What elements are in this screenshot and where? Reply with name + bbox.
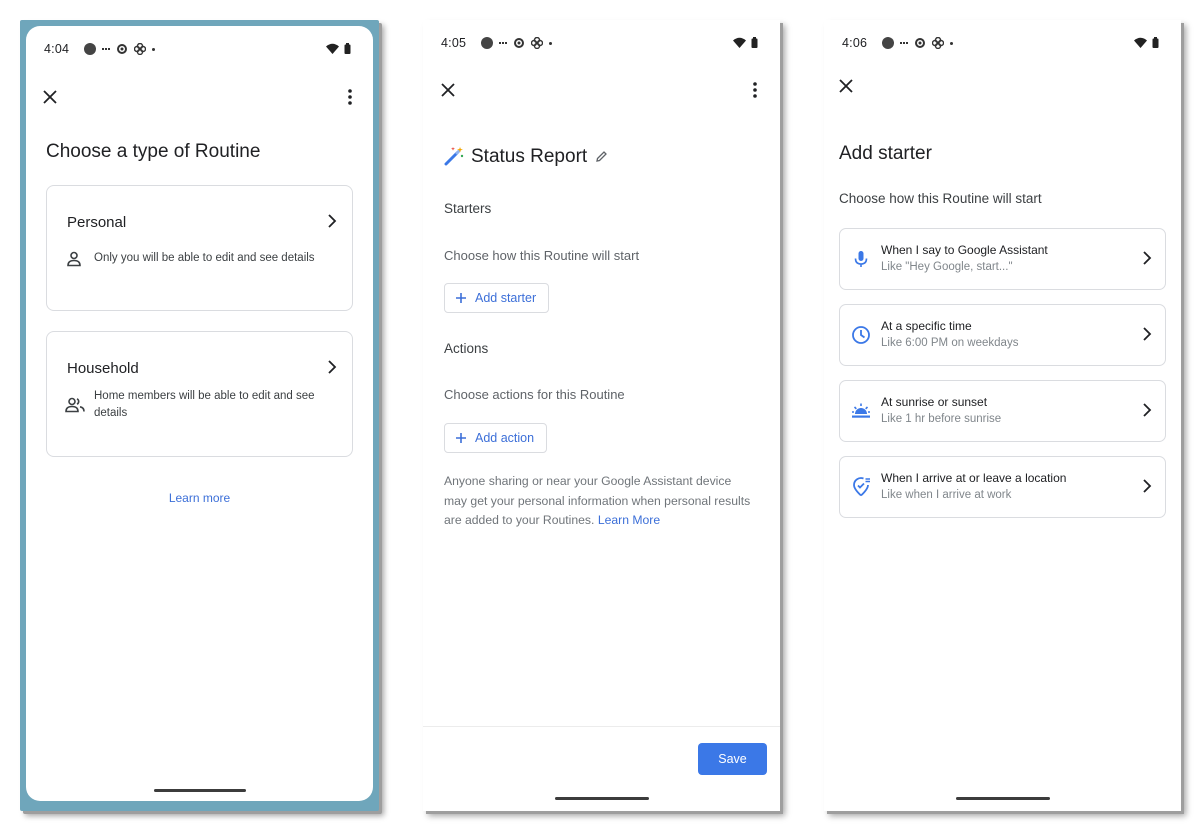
- clock-icon: [852, 326, 870, 344]
- option-title: At a specific time: [881, 319, 972, 333]
- card-title: Personal: [67, 214, 127, 231]
- starter-option-location[interactable]: When I arrive at or leave a location Lik…: [839, 456, 1166, 518]
- notification-icons: [481, 37, 552, 49]
- screen-add-starter: 4:06 Add starter Choose how this Routine…: [824, 20, 1181, 811]
- fan-notification-icon: [134, 43, 146, 55]
- person-icon: [67, 251, 81, 267]
- status-time: 4:06: [842, 36, 868, 50]
- gesture-nav-bar[interactable]: [153, 789, 246, 792]
- battery-icon: [751, 37, 758, 48]
- learn-more-link[interactable]: Learn more: [26, 491, 373, 505]
- app-notification-icon: [84, 43, 96, 55]
- close-icon[interactable]: [836, 76, 856, 96]
- notification-icons: [84, 43, 155, 55]
- card-description: Home members will be able to edit and se…: [94, 390, 315, 419]
- card-description: Only you will be able to edit and see de…: [94, 252, 315, 264]
- gesture-nav-bar[interactable]: [554, 797, 649, 800]
- microphone-icon: [854, 251, 868, 267]
- settings-notification-icon: [514, 38, 524, 48]
- page-subtitle: Choose how this Routine will start: [839, 191, 1042, 206]
- notification-icons: [882, 37, 953, 49]
- edit-pencil-icon[interactable]: [595, 150, 608, 163]
- option-subtitle: Like 1 hr before sunrise: [881, 413, 1002, 425]
- status-time: 4:04: [44, 42, 70, 56]
- system-icons: [733, 37, 758, 48]
- routine-name: Status Report: [471, 146, 588, 167]
- learn-more-link[interactable]: Learn More: [598, 513, 660, 527]
- actions-description: Choose actions for this Routine: [444, 387, 625, 402]
- starter-option-sunrise-sunset[interactable]: At sunrise or sunset Like 1 hr before su…: [839, 380, 1166, 442]
- page-title: Choose a type of Routine: [46, 141, 261, 162]
- app-notification-icon: [882, 37, 894, 49]
- system-icons: [1134, 37, 1159, 48]
- more-options-icon[interactable]: [340, 87, 360, 107]
- status-bar: 4:04: [44, 42, 351, 58]
- more-notifications-dot-icon: [152, 47, 155, 51]
- bottom-bar-divider: [423, 726, 780, 727]
- chevron-right-icon: [1143, 251, 1152, 265]
- option-title: At sunrise or sunset: [881, 395, 988, 409]
- plus-icon: [456, 293, 466, 303]
- status-time: 4:05: [441, 36, 467, 50]
- add-action-label: Add action: [475, 431, 535, 445]
- close-icon[interactable]: [40, 87, 60, 107]
- starter-option-voice[interactable]: When I say to Google Assistant Like "Hey…: [839, 228, 1166, 290]
- location-icon: [853, 477, 870, 497]
- more-notifications-dot-icon: [950, 41, 953, 45]
- add-action-button[interactable]: Add action: [444, 423, 548, 453]
- option-title: When I say to Google Assistant: [881, 243, 1048, 257]
- plus-icon: [456, 433, 466, 443]
- routine-type-card-household[interactable]: Household Home members will be able to e…: [46, 331, 353, 457]
- chevron-right-icon: [1143, 403, 1152, 417]
- close-icon[interactable]: [438, 80, 458, 100]
- option-title: When I arrive at or leave a location: [881, 471, 1067, 485]
- people-icon: [65, 397, 85, 413]
- wifi-icon: [1134, 37, 1147, 48]
- wifi-icon: [326, 43, 339, 54]
- routine-type-card-personal[interactable]: Personal Only you will be able to edit a…: [46, 185, 353, 311]
- chevron-right-icon: [328, 360, 337, 374]
- sunrise-icon: [852, 403, 870, 418]
- screen-choose-routine-type: 4:04 Choose a type of Routine Personal O…: [26, 26, 373, 801]
- option-subtitle: Like when I arrive at work: [881, 489, 1012, 501]
- chevron-right-icon: [328, 214, 337, 228]
- dots-notification-icon: [900, 42, 908, 44]
- fan-notification-icon: [932, 37, 944, 49]
- starter-option-time[interactable]: At a specific time Like 6:00 PM on weekd…: [839, 304, 1166, 366]
- actions-heading: Actions: [444, 341, 489, 356]
- card-title: Household: [67, 360, 139, 377]
- app-notification-icon: [481, 37, 493, 49]
- magic-wand-icon: [444, 147, 464, 166]
- battery-icon: [344, 43, 351, 54]
- save-button[interactable]: Save: [698, 743, 767, 775]
- option-subtitle: Like "Hey Google, start...": [881, 261, 1013, 273]
- chevron-right-icon: [1143, 327, 1152, 341]
- page-title: Add starter: [839, 143, 932, 164]
- settings-notification-icon: [117, 44, 127, 54]
- dots-notification-icon: [102, 48, 110, 50]
- status-bar: 4:05: [441, 36, 758, 52]
- privacy-note: Anyone sharing or near your Google Assis…: [444, 472, 756, 531]
- dots-notification-icon: [499, 42, 507, 44]
- chevron-right-icon: [1143, 479, 1152, 493]
- starters-heading: Starters: [444, 201, 492, 216]
- fan-notification-icon: [531, 37, 543, 49]
- battery-icon: [1152, 37, 1159, 48]
- screen-status-report-routine: 4:05 Status Report Starters Choose how t…: [423, 20, 780, 811]
- status-bar: 4:06: [842, 36, 1159, 52]
- learn-more-link-text[interactable]: Learn more: [169, 491, 230, 505]
- option-subtitle: Like 6:00 PM on weekdays: [881, 337, 1019, 349]
- settings-notification-icon: [915, 38, 925, 48]
- system-icons: [326, 43, 351, 54]
- add-starter-label: Add starter: [475, 291, 537, 305]
- more-options-icon[interactable]: [745, 80, 765, 100]
- add-starter-button[interactable]: Add starter: [444, 283, 550, 313]
- gesture-nav-bar[interactable]: [955, 797, 1050, 800]
- starters-description: Choose how this Routine will start: [444, 248, 640, 263]
- more-notifications-dot-icon: [549, 41, 552, 45]
- wifi-icon: [733, 37, 746, 48]
